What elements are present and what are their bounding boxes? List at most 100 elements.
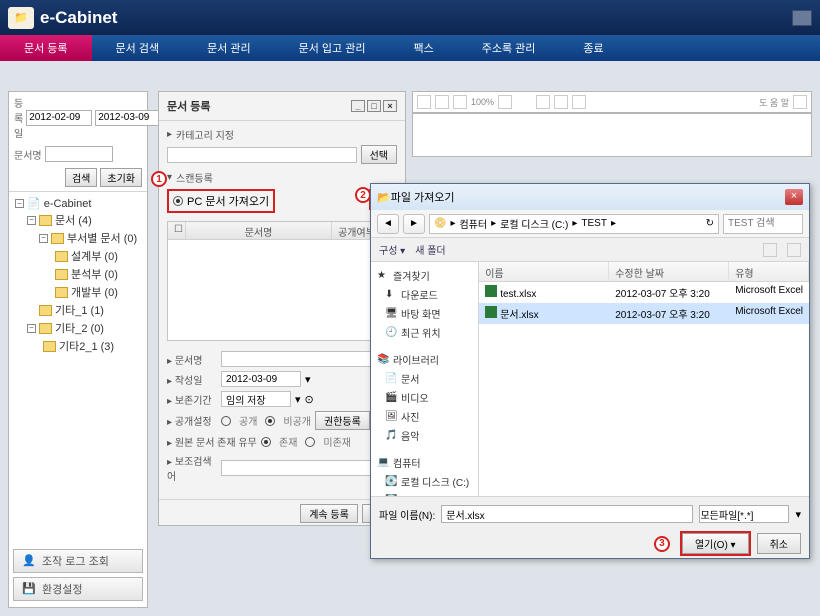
file-row-selected[interactable]: 문서.xlsx 2012-03-07 오후 3:20 Microsoft Exc… — [479, 303, 809, 324]
side-computer[interactable]: 💻컴퓨터 — [375, 453, 474, 472]
collapse-icon[interactable]: − — [27, 324, 36, 333]
view-icon[interactable] — [763, 243, 777, 257]
tree-item[interactable]: −부서별 문서 (0) — [11, 229, 145, 247]
side-libraries[interactable]: 📚라이브러리 — [375, 350, 474, 369]
menu-manage[interactable]: 문서 관리 — [183, 35, 275, 61]
tree-item[interactable]: 설계부 (0) — [11, 247, 145, 265]
log-view-button[interactable]: 👤조작 로그 조회 — [13, 549, 143, 573]
organize-button[interactable]: 구성 ▾ — [379, 242, 405, 257]
menu-incoming[interactable]: 문서 입고 관리 — [275, 35, 390, 61]
category-input[interactable] — [167, 147, 357, 163]
tree-item[interactable]: 기타_1 (1) — [11, 301, 145, 319]
settings-button[interactable]: 💾환경설정 — [13, 577, 143, 601]
permission-button[interactable]: 권한등록 — [315, 411, 370, 430]
filename-input[interactable] — [441, 505, 693, 523]
pc-import-highlight: PC 문서 가져오기 — [167, 189, 275, 213]
folder-icon — [55, 287, 68, 298]
side-recent[interactable]: 🕘최근 위치 — [375, 323, 474, 342]
file-row[interactable]: test.xlsx 2012-03-07 오후 3:20 Microsoft E… — [479, 282, 809, 303]
nav-back-button[interactable]: ◄ — [377, 214, 399, 234]
copy-icon[interactable] — [453, 95, 467, 109]
public-radio[interactable] — [221, 416, 231, 426]
side-documents[interactable]: 📄문서 — [375, 369, 474, 388]
tree-root[interactable]: −📄 e-Cabinet — [11, 196, 145, 211]
preview-toolbar: 100% 도 움 말 — [412, 91, 812, 113]
tool-icon[interactable] — [572, 95, 586, 109]
retention-label: ▸ 보존기간 — [167, 392, 217, 407]
app-name: e-Cabinet — [40, 8, 117, 28]
help-label[interactable]: 도 움 말 — [759, 96, 789, 109]
refresh-icon[interactable]: ↻ — [706, 218, 714, 229]
tree-item[interactable]: −기타_2 (0) — [11, 319, 145, 337]
maximize-icon[interactable]: □ — [367, 100, 381, 112]
radio-icon[interactable] — [173, 196, 183, 206]
side-local-c[interactable]: 💽로컬 디스크 (C:) — [375, 472, 474, 491]
exist-radio[interactable] — [261, 437, 271, 447]
excel-icon — [485, 306, 497, 318]
col-type[interactable]: 유형 — [729, 262, 809, 281]
side-favorites[interactable]: ★즐겨찾기 — [375, 266, 474, 285]
print-icon[interactable] — [417, 95, 431, 109]
dialog-open-button[interactable]: 열기(O) ▾ — [682, 533, 749, 554]
menu-fax[interactable]: 팩스 — [389, 35, 457, 61]
date-to-input[interactable] — [95, 110, 161, 126]
filetype-select[interactable] — [699, 505, 789, 523]
menu-address[interactable]: 주소록 관리 — [458, 35, 560, 61]
tool-icon[interactable] — [554, 95, 568, 109]
tree-item[interactable]: 기타2_1 (3) — [11, 337, 145, 355]
nav-forward-button[interactable]: ► — [403, 214, 425, 234]
search-button[interactable]: 검색 — [65, 168, 97, 187]
folder-icon — [51, 233, 64, 244]
collapse-icon[interactable]: − — [27, 216, 36, 225]
col-date[interactable]: 수정한 날짜 — [609, 262, 729, 281]
help-icon[interactable] — [793, 95, 807, 109]
menu-search[interactable]: 문서 검색 — [92, 35, 184, 61]
dialog-close-button[interactable]: × — [785, 189, 803, 205]
side-local-d[interactable]: 💽로컬 디스크 (D:) — [375, 491, 474, 496]
dialog-toolbar: 구성 ▾ 새 폴더 — [371, 238, 809, 262]
calendar-icon[interactable]: ⊙ — [305, 393, 314, 406]
close-icon[interactable]: × — [383, 100, 397, 112]
filename-label: 파일 이름(N): — [379, 507, 435, 522]
minimize-icon[interactable]: _ — [351, 100, 365, 112]
date-from-input[interactable] — [26, 110, 92, 126]
continue-register-button[interactable]: 계속 등록 — [300, 504, 358, 523]
side-pictures[interactable]: 🖼사진 — [375, 407, 474, 426]
retention-select[interactable] — [221, 391, 291, 407]
reset-button[interactable]: 초기화 — [100, 168, 142, 187]
zoom-icon[interactable] — [498, 95, 512, 109]
dialog-cancel-button[interactable]: 취소 — [757, 533, 801, 554]
collapse-icon[interactable]: − — [15, 199, 24, 208]
create-date-select[interactable] — [221, 371, 301, 387]
tree-item[interactable]: −문서 (4) — [11, 211, 145, 229]
new-folder-button[interactable]: 새 폴더 — [415, 242, 445, 257]
side-music[interactable]: 🎵음악 — [375, 426, 474, 445]
tool-icon[interactable] — [536, 95, 550, 109]
collapse-icon[interactable]: − — [39, 234, 48, 243]
open-button-highlight: 열기(O) ▾ — [680, 531, 751, 556]
excel-icon — [485, 285, 497, 297]
download-icon: ⬇ — [385, 289, 397, 300]
video-icon: 🎬 — [385, 392, 397, 403]
dialog-nav: ◄ ► 📀 ▸ 컴퓨터 ▸ 로컬 디스크 (C:) ▸ TEST ▸ ↻ — [371, 210, 809, 238]
help-icon[interactable] — [787, 243, 801, 257]
path-breadcrumb[interactable]: 📀 ▸ 컴퓨터 ▸ 로컬 디스크 (C:) ▸ TEST ▸ ↻ — [429, 214, 719, 234]
col-name[interactable]: 이름 — [479, 262, 609, 281]
docname-input[interactable] — [45, 146, 113, 162]
folder-tree: −📄 e-Cabinet −문서 (4) −부서별 문서 (0) 설계부 (0)… — [9, 192, 147, 359]
titlebar-button[interactable] — [792, 10, 812, 26]
save-icon[interactable] — [435, 95, 449, 109]
menu-register[interactable]: 문서 등록 — [0, 35, 92, 61]
dialog-search-input[interactable] — [723, 214, 803, 234]
side-desktop[interactable]: 🖥바탕 화면 — [375, 304, 474, 323]
tree-item[interactable]: 개발부 (0) — [11, 283, 145, 301]
private-radio[interactable] — [265, 416, 275, 426]
notexist-radio[interactable] — [305, 437, 315, 447]
workspace: 등록일 문서명 검색 초기화 −📄 e-Cabinet −문서 (4) −부서별… — [0, 61, 820, 616]
side-videos[interactable]: 🎬비디오 — [375, 388, 474, 407]
menu-exit[interactable]: 종료 — [559, 35, 627, 61]
tree-item[interactable]: 분석부 (0) — [11, 265, 145, 283]
star-icon: ★ — [377, 270, 389, 281]
side-downloads[interactable]: ⬇다운로드 — [375, 285, 474, 304]
category-select-button[interactable]: 선택 — [361, 145, 397, 164]
